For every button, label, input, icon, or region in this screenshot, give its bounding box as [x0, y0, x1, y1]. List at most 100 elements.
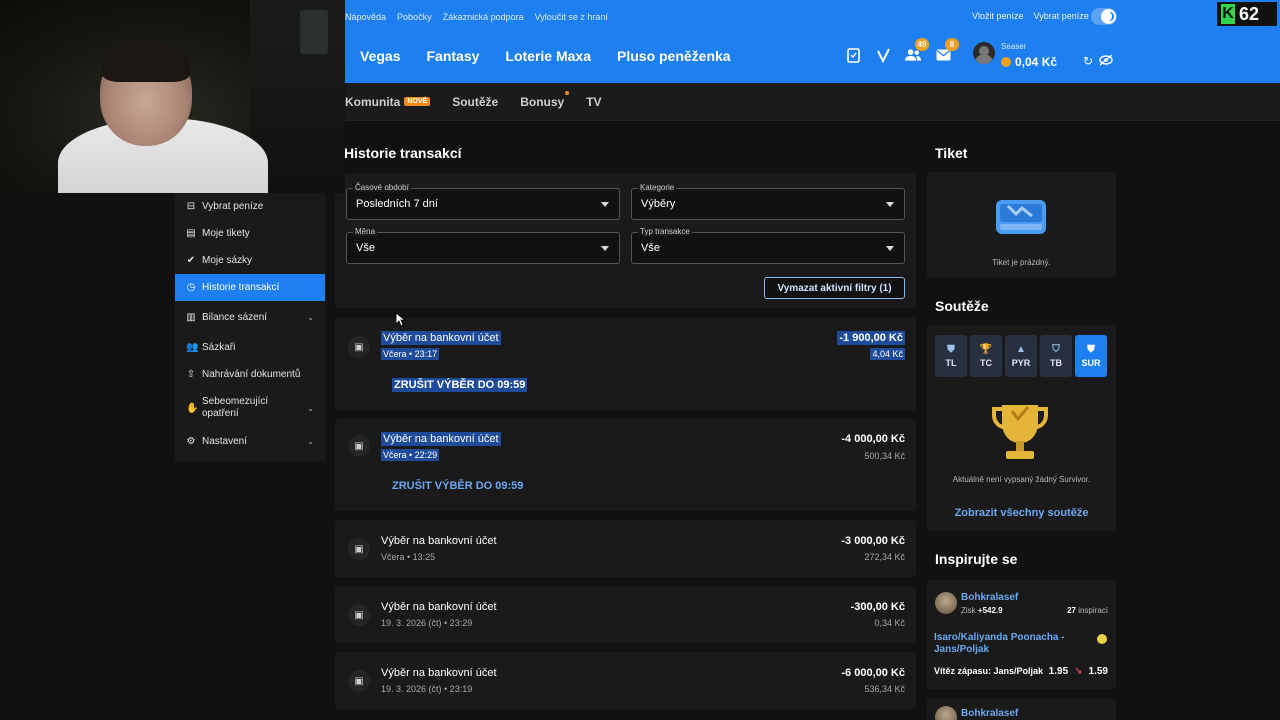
top-bar: Nápověda Pobočky Zákaznická podpora Vylo… [345, 0, 1280, 83]
mail-icon[interactable]: 8 [935, 38, 959, 64]
nav-loterie-maxa[interactable]: Loterie Maxa [505, 48, 591, 64]
avatar[interactable] [973, 42, 995, 64]
odds-old: 1.95 [1048, 666, 1069, 677]
competitions-empty-text: Aktuálně není vypsaný žádný Survivor. [952, 475, 1091, 484]
sidebar-item-withdraw[interactable]: ⊟ Vybrat peníze [175, 193, 325, 220]
gear-icon: ⚙ [186, 436, 196, 447]
hide-balance-icon[interactable] [1099, 54, 1113, 69]
top-link-support[interactable]: Zákaznická podpora [443, 12, 524, 22]
hand-icon: ✋ [186, 402, 199, 414]
cancel-withdrawal-label: ZRUŠIT VÝBĚR DO 09:59 [392, 378, 528, 392]
chevron-down-icon [886, 246, 894, 251]
inspire-count-value: 27 [1067, 606, 1076, 615]
upload-icon: ⇧ [186, 369, 196, 380]
shield-icon: ⛊ [1087, 344, 1095, 355]
inspire-profit-label: Zisk [961, 606, 976, 615]
transaction-date: Včera • 22:29 [381, 449, 440, 461]
period-label: Časové období [353, 183, 411, 192]
nav-vegas[interactable]: Vegas [360, 48, 400, 64]
refresh-icon[interactable]: ↻ [1083, 54, 1093, 69]
checkmark-icon[interactable] [875, 46, 891, 64]
show-all-competitions-link[interactable]: Zobrazit všechny soutěže [927, 507, 1116, 519]
transaction-date-text: Včera • 23:17 [381, 348, 440, 360]
category-select[interactable]: Kategorie Výběry [631, 183, 905, 220]
tennis-ball-icon [1097, 634, 1107, 644]
top-link-help[interactable]: Nápověda [345, 12, 386, 22]
inspire-card[interactable]: Bohkralasef Zisk +542.9 27 inspirací Isa… [927, 580, 1116, 689]
chart-icon: ▥ [186, 312, 196, 323]
transaction-amount: -300,00 Kč [850, 601, 905, 613]
avatar[interactable] [935, 592, 957, 614]
nav-fantasy[interactable]: Fantasy [426, 48, 479, 64]
subnav-komunita-label: Komunita [345, 94, 401, 109]
transaction-card[interactable]: ▣ Výběr na bankovní účet 19. 3. 2026 (čt… [335, 586, 916, 643]
nav-pluso-wallet[interactable]: Pluso peněženka [617, 48, 731, 64]
tab-tl[interactable]: ⛊ TL [935, 335, 967, 377]
withdraw-icon: ▣ [348, 670, 370, 692]
sidebar-item-history[interactable]: ◷ Historie transakcí [175, 274, 325, 301]
tab-label: TL [945, 358, 957, 368]
top-link-self-exclude[interactable]: Vyloučit se z hraní [535, 12, 608, 22]
cancel-withdrawal-button[interactable]: ZRUŠIT VÝBĚR DO 09:59 [392, 378, 528, 392]
avatar[interactable] [935, 706, 957, 720]
subnav-souteze[interactable]: Soutěže [452, 95, 498, 109]
inspire-user-name[interactable]: Bohkralasef [961, 592, 1018, 603]
sidebar-item-bettors[interactable]: 👥 Sázkaři [175, 334, 325, 361]
sidebar-item-bets[interactable]: ✔ Moje sázky [175, 247, 325, 274]
subnav-bonusy[interactable]: Bonusy [520, 90, 570, 109]
period-value: Posledních 7 dní [356, 198, 438, 210]
subnav-souteze-label: Soutěže [452, 94, 499, 109]
chevron-down-icon [601, 202, 609, 207]
tab-tb[interactable]: ⛉ TB [1040, 335, 1072, 377]
inspire-odds[interactable]: 1.95 ↘ 1.59 [1049, 666, 1108, 677]
webcam-person-hair [102, 42, 190, 82]
transaction-card[interactable]: ▣ Výběr na bankovní účet Včera • 23:17 -… [335, 318, 916, 410]
empty-ticket-icon [996, 200, 1046, 234]
history-icon: ◷ [186, 282, 196, 293]
transaction-title: Výběr na bankovní účet [381, 331, 501, 345]
tab-label: PYR [1011, 358, 1031, 368]
inspire-count: 27 inspirací [1067, 606, 1108, 615]
chevron-down-icon: ⌄ [307, 403, 314, 413]
tab-pyr[interactable]: ▲ PYR [1005, 335, 1037, 377]
competition-tabs: ⛊ TL 🏆 TC ▲ PYR ⛉ TB ⛊ SUR [935, 335, 1107, 377]
transaction-title: Výběr na bankovní účet [381, 535, 497, 547]
webcam-object [300, 10, 328, 54]
period-select[interactable]: Časové období Posledních 7 dní [346, 183, 620, 220]
inspire-match[interactable]: Isaro/Kaliyanda Poonacha - Jans/Poljak [934, 632, 1084, 656]
cancel-withdrawal-button[interactable]: ZRUŠIT VÝBĚR DO 09:59 [392, 480, 523, 492]
inspire-card-next[interactable]: Bohkralasef [927, 698, 1116, 720]
webcam-overlay [0, 0, 345, 193]
transaction-type-select[interactable]: Typ transakce Vše [631, 227, 905, 264]
transaction-card[interactable]: ▣ Výběr na bankovní účet 19. 3. 2026 (čt… [335, 652, 916, 709]
transaction-card[interactable]: ▣ Výběr na bankovní účet Včera • 22:29 -… [335, 419, 916, 511]
sidebar-item-label: Moje tikety [202, 228, 250, 239]
subnav-komunita[interactable]: Komunita NOVÉ [345, 94, 431, 109]
tab-label: TB [1050, 358, 1062, 368]
sidebar-item-documents[interactable]: ⇧ Nahrávání dokumentů [175, 361, 325, 388]
users-icon[interactable]: 49 [905, 38, 929, 64]
subnav-tv[interactable]: TV [586, 95, 601, 109]
deposit-link[interactable]: Vložit peníze [972, 11, 1024, 21]
clear-filters-button[interactable]: Vymazat aktivní filtry (1) [764, 277, 905, 299]
withdraw-icon: ▣ [348, 604, 370, 626]
subnav-bonusy-label: Bonusy [520, 94, 565, 109]
tab-tc[interactable]: 🏆 TC [970, 335, 1002, 377]
transaction-title-text: Výběr na bankovní účet [381, 331, 501, 345]
inspire-user-name[interactable]: Bohkralasef [961, 708, 1018, 719]
sidebar-item-self-limits[interactable]: ✋ Sebeomezující opatření ⌄ [175, 388, 325, 428]
currency-select[interactable]: Měna Vše [346, 227, 620, 264]
withdraw-icon: ▣ [348, 538, 370, 560]
transaction-date-text: Včera • 22:29 [381, 449, 440, 461]
sidebar-item-balance[interactable]: ▥ Bilance sázení ⌄ [175, 301, 325, 334]
transaction-card[interactable]: ▣ Výběr na bankovní účet Včera • 13:25 -… [335, 520, 916, 577]
dark-mode-toggle[interactable] [1091, 8, 1117, 25]
ticket-empty-text: Tiket je prázdný. [992, 258, 1051, 267]
tab-sur[interactable]: ⛊ SUR [1075, 335, 1107, 377]
top-link-branches[interactable]: Pobočky [397, 12, 432, 22]
user-box[interactable]: Seaser 0,04 Kč ↻ [973, 42, 1113, 69]
withdraw-link[interactable]: Vybrat peníze [1034, 11, 1089, 21]
ticket-icon[interactable] [845, 46, 861, 64]
sidebar-item-tickets[interactable]: ▤ Moje tikety [175, 220, 325, 247]
sidebar-item-settings[interactable]: ⚙ Nastavení ⌄ [175, 428, 325, 455]
